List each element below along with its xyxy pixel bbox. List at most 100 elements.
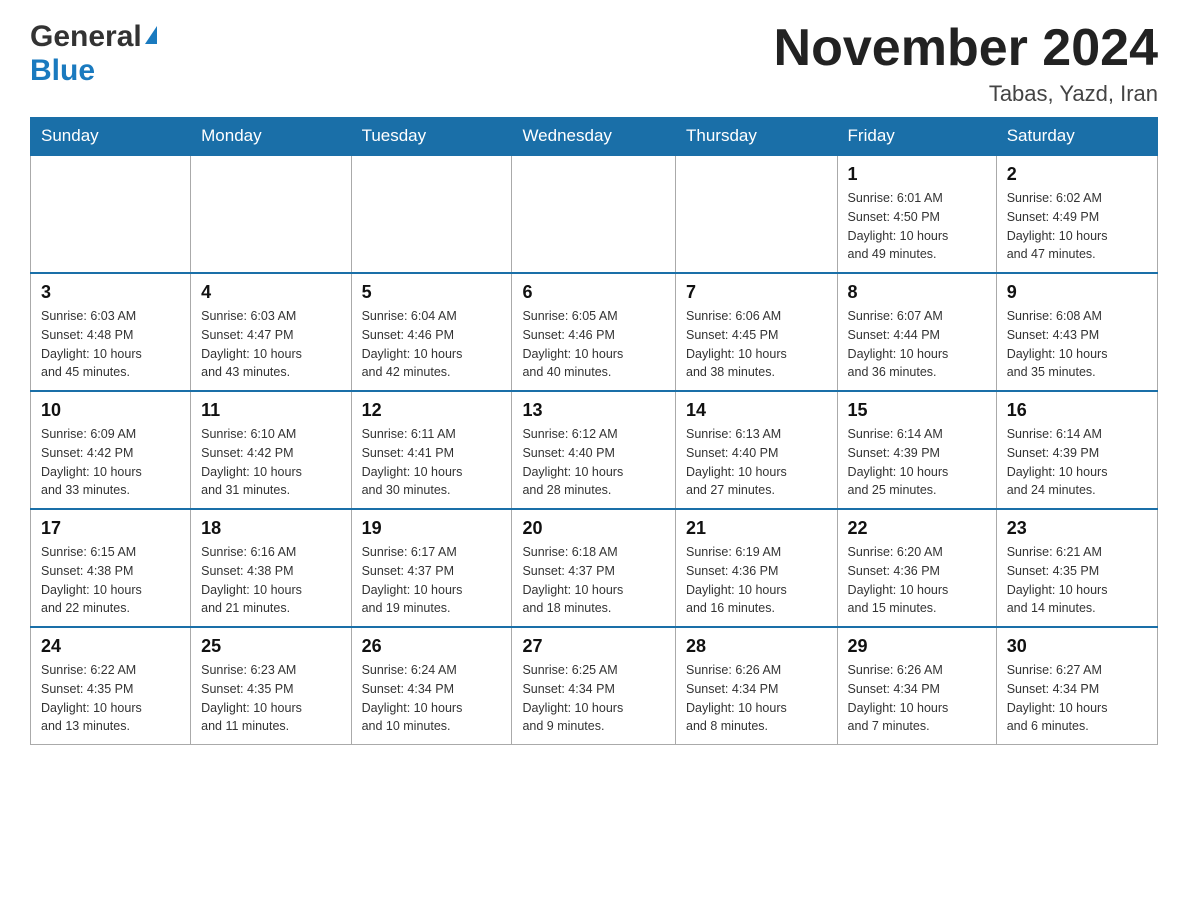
calendar-day-cell: 28 Sunrise: 6:26 AM Sunset: 4:34 PM Dayli… [676, 627, 838, 745]
page-header: General Blue November 2024 Tabas, Yazd, … [30, 20, 1158, 107]
logo-blue-text: Blue [30, 54, 95, 87]
day-number: 18 [201, 518, 340, 539]
calendar-day-cell: 11 Sunrise: 6:10 AM Sunset: 4:42 PM Dayli… [191, 391, 351, 509]
day-number: 9 [1007, 282, 1147, 303]
day-info: Sunrise: 6:18 AM Sunset: 4:37 PM Dayligh… [522, 543, 665, 618]
day-number: 28 [686, 636, 827, 657]
day-number: 5 [362, 282, 502, 303]
day-number: 1 [848, 164, 986, 185]
day-info: Sunrise: 6:03 AM Sunset: 4:48 PM Dayligh… [41, 307, 180, 382]
calendar-week-row: 10 Sunrise: 6:09 AM Sunset: 4:42 PM Dayli… [31, 391, 1158, 509]
day-info: Sunrise: 6:08 AM Sunset: 4:43 PM Dayligh… [1007, 307, 1147, 382]
day-number: 24 [41, 636, 180, 657]
day-info: Sunrise: 6:02 AM Sunset: 4:49 PM Dayligh… [1007, 189, 1147, 264]
calendar-day-cell: 22 Sunrise: 6:20 AM Sunset: 4:36 PM Dayli… [837, 509, 996, 627]
day-number: 12 [362, 400, 502, 421]
calendar-day-cell: 2 Sunrise: 6:02 AM Sunset: 4:49 PM Daylig… [996, 155, 1157, 273]
calendar-day-cell: 24 Sunrise: 6:22 AM Sunset: 4:35 PM Dayli… [31, 627, 191, 745]
day-info: Sunrise: 6:09 AM Sunset: 4:42 PM Dayligh… [41, 425, 180, 500]
calendar-day-cell: 20 Sunrise: 6:18 AM Sunset: 4:37 PM Dayli… [512, 509, 676, 627]
calendar-day-cell: 25 Sunrise: 6:23 AM Sunset: 4:35 PM Dayli… [191, 627, 351, 745]
calendar-day-cell: 17Sunrise: 6:15 AM Sunset: 4:38 PM Dayli… [31, 509, 191, 627]
day-info: Sunrise: 6:26 AM Sunset: 4:34 PM Dayligh… [686, 661, 827, 736]
day-number: 20 [522, 518, 665, 539]
calendar-day-cell: 6 Sunrise: 6:05 AM Sunset: 4:46 PM Daylig… [512, 273, 676, 391]
calendar-day-cell: 29 Sunrise: 6:26 AM Sunset: 4:34 PM Dayli… [837, 627, 996, 745]
day-number: 13 [522, 400, 665, 421]
day-number: 19 [362, 518, 502, 539]
day-number: 27 [522, 636, 665, 657]
day-info: Sunrise: 6:06 AM Sunset: 4:45 PM Dayligh… [686, 307, 827, 382]
day-info: Sunrise: 6:07 AM Sunset: 4:44 PM Dayligh… [848, 307, 986, 382]
calendar-day-cell [191, 155, 351, 273]
calendar-day-cell: 16Sunrise: 6:14 AM Sunset: 4:39 PM Dayli… [996, 391, 1157, 509]
day-info: Sunrise: 6:19 AM Sunset: 4:36 PM Dayligh… [686, 543, 827, 618]
calendar-day-cell: 13 Sunrise: 6:12 AM Sunset: 4:40 PM Dayli… [512, 391, 676, 509]
calendar-header-thursday: Thursday [676, 118, 838, 156]
logo: General Blue [30, 20, 157, 88]
calendar-table: SundayMondayTuesdayWednesdayThursdayFrid… [30, 117, 1158, 745]
calendar-day-cell: 7 Sunrise: 6:06 AM Sunset: 4:45 PM Daylig… [676, 273, 838, 391]
calendar-day-cell: 12Sunrise: 6:11 AM Sunset: 4:41 PM Dayli… [351, 391, 512, 509]
day-info: Sunrise: 6:04 AM Sunset: 4:46 PM Dayligh… [362, 307, 502, 382]
location: Tabas, Yazd, Iran [774, 81, 1158, 107]
calendar-day-cell [512, 155, 676, 273]
day-info: Sunrise: 6:26 AM Sunset: 4:34 PM Dayligh… [848, 661, 986, 736]
day-info: Sunrise: 6:16 AM Sunset: 4:38 PM Dayligh… [201, 543, 340, 618]
calendar-day-cell [31, 155, 191, 273]
calendar-day-cell: 26Sunrise: 6:24 AM Sunset: 4:34 PM Dayli… [351, 627, 512, 745]
logo-general-text: General [30, 20, 142, 54]
day-number: 3 [41, 282, 180, 303]
calendar-day-cell: 15 Sunrise: 6:14 AM Sunset: 4:39 PM Dayli… [837, 391, 996, 509]
calendar-day-cell [676, 155, 838, 273]
calendar-day-cell: 5 Sunrise: 6:04 AM Sunset: 4:46 PM Daylig… [351, 273, 512, 391]
day-number: 14 [686, 400, 827, 421]
day-number: 4 [201, 282, 340, 303]
day-number: 7 [686, 282, 827, 303]
calendar-week-row: 1Sunrise: 6:01 AM Sunset: 4:50 PM Daylig… [31, 155, 1158, 273]
day-info: Sunrise: 6:15 AM Sunset: 4:38 PM Dayligh… [41, 543, 180, 618]
calendar-day-cell: 19 Sunrise: 6:17 AM Sunset: 4:37 PM Dayli… [351, 509, 512, 627]
day-info: Sunrise: 6:03 AM Sunset: 4:47 PM Dayligh… [201, 307, 340, 382]
calendar-day-cell: 4 Sunrise: 6:03 AM Sunset: 4:47 PM Daylig… [191, 273, 351, 391]
calendar-day-cell: 18 Sunrise: 6:16 AM Sunset: 4:38 PM Dayli… [191, 509, 351, 627]
day-info: Sunrise: 6:22 AM Sunset: 4:35 PM Dayligh… [41, 661, 180, 736]
day-number: 6 [522, 282, 665, 303]
day-info: Sunrise: 6:27 AM Sunset: 4:34 PM Dayligh… [1007, 661, 1147, 736]
day-number: 15 [848, 400, 986, 421]
day-number: 23 [1007, 518, 1147, 539]
calendar-day-cell: 14Sunrise: 6:13 AM Sunset: 4:40 PM Dayli… [676, 391, 838, 509]
day-number: 2 [1007, 164, 1147, 185]
calendar-day-cell [351, 155, 512, 273]
title-block: November 2024 Tabas, Yazd, Iran [774, 20, 1158, 107]
day-number: 10 [41, 400, 180, 421]
calendar-header-row: SundayMondayTuesdayWednesdayThursdayFrid… [31, 118, 1158, 156]
day-info: Sunrise: 6:12 AM Sunset: 4:40 PM Dayligh… [522, 425, 665, 500]
day-info: Sunrise: 6:23 AM Sunset: 4:35 PM Dayligh… [201, 661, 340, 736]
day-number: 8 [848, 282, 986, 303]
calendar-header-tuesday: Tuesday [351, 118, 512, 156]
calendar-day-cell: 27Sunrise: 6:25 AM Sunset: 4:34 PM Dayli… [512, 627, 676, 745]
day-info: Sunrise: 6:20 AM Sunset: 4:36 PM Dayligh… [848, 543, 986, 618]
calendar-week-row: 3 Sunrise: 6:03 AM Sunset: 4:48 PM Daylig… [31, 273, 1158, 391]
day-number: 25 [201, 636, 340, 657]
day-number: 22 [848, 518, 986, 539]
calendar-header-wednesday: Wednesday [512, 118, 676, 156]
calendar-day-cell: 30Sunrise: 6:27 AM Sunset: 4:34 PM Dayli… [996, 627, 1157, 745]
day-info: Sunrise: 6:24 AM Sunset: 4:34 PM Dayligh… [362, 661, 502, 736]
day-info: Sunrise: 6:10 AM Sunset: 4:42 PM Dayligh… [201, 425, 340, 500]
calendar-day-cell: 8 Sunrise: 6:07 AM Sunset: 4:44 PM Daylig… [837, 273, 996, 391]
day-info: Sunrise: 6:05 AM Sunset: 4:46 PM Dayligh… [522, 307, 665, 382]
day-number: 16 [1007, 400, 1147, 421]
day-number: 21 [686, 518, 827, 539]
month-title: November 2024 [774, 20, 1158, 77]
calendar-day-cell: 3 Sunrise: 6:03 AM Sunset: 4:48 PM Daylig… [31, 273, 191, 391]
calendar-week-row: 17Sunrise: 6:15 AM Sunset: 4:38 PM Dayli… [31, 509, 1158, 627]
calendar-day-cell: 9 Sunrise: 6:08 AM Sunset: 4:43 PM Daylig… [996, 273, 1157, 391]
day-info: Sunrise: 6:14 AM Sunset: 4:39 PM Dayligh… [848, 425, 986, 500]
day-number: 29 [848, 636, 986, 657]
day-number: 11 [201, 400, 340, 421]
calendar-day-cell: 10 Sunrise: 6:09 AM Sunset: 4:42 PM Dayli… [31, 391, 191, 509]
day-info: Sunrise: 6:17 AM Sunset: 4:37 PM Dayligh… [362, 543, 502, 618]
day-info: Sunrise: 6:21 AM Sunset: 4:35 PM Dayligh… [1007, 543, 1147, 618]
